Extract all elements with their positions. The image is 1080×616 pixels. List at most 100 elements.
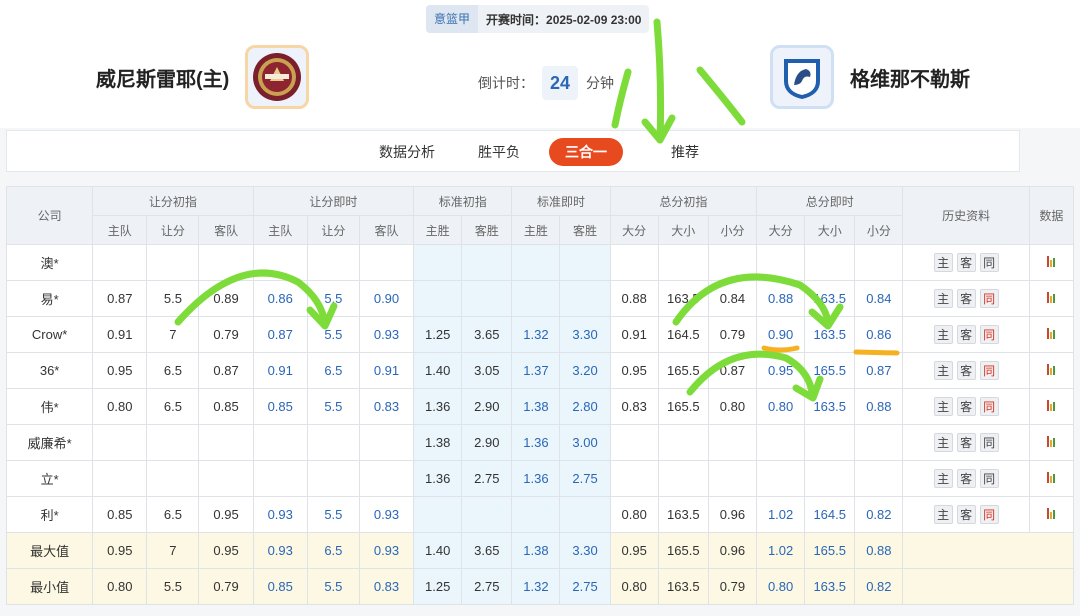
data-cell xyxy=(1028,280,1075,317)
bar-chart-icon[interactable] xyxy=(1047,255,1056,267)
history-same-button[interactable]: 同 xyxy=(979,433,999,452)
company-name[interactable]: 易* xyxy=(5,280,94,317)
company-name[interactable]: 伟* xyxy=(5,388,94,425)
odds-cell xyxy=(804,424,856,461)
odds-cell xyxy=(756,460,806,497)
odds-cell xyxy=(511,280,561,317)
history-away-button[interactable]: 客 xyxy=(956,325,976,344)
table-row: Crow* 0.91 7 0.79 0.87 5.5 0.93 1.25 3.65 1.32 3.3… xyxy=(5,316,1075,353)
odds-cell: 3.05 xyxy=(461,352,513,389)
history-away-button[interactable]: 客 xyxy=(956,433,976,452)
bar-chart-icon[interactable] xyxy=(1047,363,1056,375)
history-away-button[interactable]: 客 xyxy=(956,361,976,380)
odds-cell: 5.5 xyxy=(306,388,360,425)
history-buttons: 主客同 xyxy=(933,289,999,308)
bar-chart-icon[interactable] xyxy=(1047,399,1056,411)
col-group-handicap-live: 让分即时 xyxy=(252,186,415,216)
odds-cell: 5.5 xyxy=(306,496,360,533)
match-info-pill: 意篮甲 开赛时间：2025-02-09 23:00 xyxy=(426,5,650,33)
col-sub-header: 客胜 xyxy=(461,215,513,245)
tab-recommend[interactable]: 推荐 xyxy=(655,138,715,166)
odds-cell xyxy=(358,424,415,461)
summary-cell: 2.75 xyxy=(461,568,513,605)
history-away-button[interactable]: 客 xyxy=(956,505,976,524)
history-home-button[interactable]: 主 xyxy=(933,433,953,452)
history-home-button[interactable]: 主 xyxy=(933,289,953,308)
company-name[interactable]: 澳* xyxy=(5,244,94,281)
table-row: 伟* 0.80 6.5 0.85 0.85 5.5 0.83 1.36 2.90 1.38 2.80… xyxy=(5,388,1075,425)
tab-data-analysis[interactable]: 数据分析 xyxy=(363,138,451,166)
bar-chart-icon[interactable] xyxy=(1047,507,1056,519)
company-name[interactable]: 威廉希* xyxy=(5,424,94,461)
history-same-button[interactable]: 同 xyxy=(979,505,999,524)
tab-three-in-one[interactable]: 三合一 xyxy=(549,138,623,166)
history-away-button[interactable]: 客 xyxy=(956,397,976,416)
odds-cell xyxy=(146,424,200,461)
countdown-unit: 分钟 xyxy=(586,75,614,91)
bar-chart-icon[interactable] xyxy=(1047,327,1056,339)
col-group-total-initial: 总分初指 xyxy=(609,186,758,216)
odds-cell xyxy=(461,496,513,533)
kickoff-time: 开赛时间：2025-02-09 23:00 xyxy=(486,12,642,27)
odds-cell: 5.5 xyxy=(306,280,360,317)
odds-cell: 0.95 xyxy=(198,496,254,533)
odds-cell: 0.87 xyxy=(252,316,308,353)
odds-cell xyxy=(413,280,463,317)
history-home-button[interactable]: 主 xyxy=(933,325,953,344)
odds-cell: 2.90 xyxy=(461,424,513,461)
bar-chart-icon[interactable] xyxy=(1047,471,1056,483)
summary-cell: 163.5 xyxy=(804,568,856,605)
summary-cell: 0.80 xyxy=(92,568,148,605)
history-buttons: 主客同 xyxy=(933,505,999,524)
summary-cell: 1.02 xyxy=(756,532,806,569)
away-team-logo xyxy=(770,45,834,109)
bar-chart-icon[interactable] xyxy=(1047,291,1056,303)
bar-chart-icon[interactable] xyxy=(1047,435,1056,447)
tab-win-draw-lose[interactable]: 胜平负 xyxy=(462,138,536,166)
odds-cell xyxy=(146,460,200,497)
summary-cell: 0.80 xyxy=(756,568,806,605)
history-same-button[interactable]: 同 xyxy=(979,361,999,380)
odds-cell: 0.86 xyxy=(252,280,308,317)
odds-cell: 0.79 xyxy=(198,316,254,353)
history-home-button[interactable]: 主 xyxy=(933,505,953,524)
company-name[interactable]: 立* xyxy=(5,460,94,497)
odds-cell xyxy=(511,496,561,533)
history-same-button[interactable]: 同 xyxy=(979,253,999,272)
history-away-button[interactable]: 客 xyxy=(956,469,976,488)
countdown-value: 24 xyxy=(542,66,578,100)
history-home-button[interactable]: 主 xyxy=(933,469,953,488)
summary-cell: 165.5 xyxy=(657,532,709,569)
history-same-button[interactable]: 同 xyxy=(979,325,999,344)
data-cell xyxy=(1028,388,1075,425)
col-sub-header: 大小 xyxy=(657,215,709,245)
history-same-button[interactable]: 同 xyxy=(979,397,999,416)
odds-cell: 0.85 xyxy=(198,388,254,425)
league-badge[interactable]: 意篮甲 xyxy=(426,5,479,33)
company-name[interactable]: 36* xyxy=(5,352,94,389)
odds-cell: 163.5 xyxy=(804,280,856,317)
away-team[interactable]: 格维那不勒斯 xyxy=(770,45,970,109)
company-name[interactable]: Crow* xyxy=(5,316,94,353)
history-buttons: 主客同 xyxy=(933,361,999,380)
history-same-button[interactable]: 同 xyxy=(979,469,999,488)
history-away-button[interactable]: 客 xyxy=(956,253,976,272)
odds-cell: 0.80 xyxy=(707,388,758,425)
odds-cell xyxy=(609,460,659,497)
history-away-button[interactable]: 客 xyxy=(956,289,976,308)
history-home-button[interactable]: 主 xyxy=(933,253,953,272)
history-home-button[interactable]: 主 xyxy=(933,361,953,380)
odds-cell: 6.5 xyxy=(146,496,200,533)
odds-cell xyxy=(559,496,611,533)
odds-cell xyxy=(854,460,904,497)
history-same-button[interactable]: 同 xyxy=(979,289,999,308)
summary-cell: 0.96 xyxy=(707,532,758,569)
home-team[interactable]: 威尼斯雷耶(主) xyxy=(96,45,310,109)
odds-cell: 2.75 xyxy=(559,460,611,497)
history-home-button[interactable]: 主 xyxy=(933,397,953,416)
summary-cell: 0.95 xyxy=(198,532,254,569)
table-row: 易* 0.87 5.5 0.89 0.86 5.5 0.90 0.88 163.5 0.84 0.8… xyxy=(5,280,1075,317)
company-name[interactable]: 利* xyxy=(5,496,94,533)
odds-cell: 0.80 xyxy=(92,388,148,425)
col-sub-header: 大小 xyxy=(804,215,856,245)
